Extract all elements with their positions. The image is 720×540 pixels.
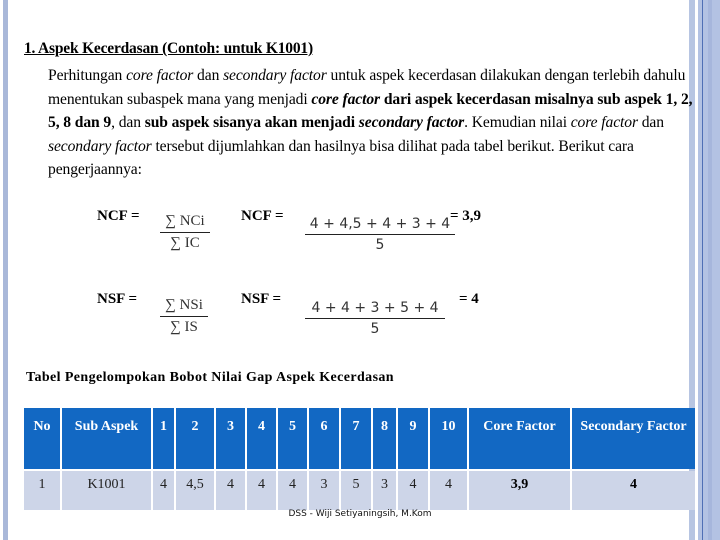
ncf-generic-numerator: ∑ NCi xyxy=(165,213,205,229)
paragraph-segment: secondary factor xyxy=(358,114,465,131)
fraction-bar xyxy=(305,234,455,235)
table-cell: 3 xyxy=(373,471,396,510)
fraction-bar xyxy=(160,232,210,233)
nsf-result: = 4 xyxy=(459,291,479,307)
column-header: 1 xyxy=(153,408,174,469)
column-header: Secondary Factor xyxy=(572,408,695,469)
column-header: Sub Aspek xyxy=(62,408,151,469)
column-header: No xyxy=(24,408,60,469)
nsf-generic-fraction: ∑ NSi ∑ IS xyxy=(160,297,208,336)
column-header: 8 xyxy=(373,408,396,469)
table-caption: Tabel Pengelompokan Bobot Nilai Gap Aspe… xyxy=(26,370,394,385)
column-header: 5 xyxy=(278,408,307,469)
right-frame-strip xyxy=(708,0,712,540)
ncf-label: NCF = xyxy=(97,208,140,224)
table-row: 1 K1001 4 4,5 4 4 4 3 5 3 4 4 3,9 4 xyxy=(24,471,695,510)
gap-weight-table: No Sub Aspek 1 2 3 4 5 6 7 8 9 10 Core Factor Seconda… xyxy=(22,406,697,512)
nsf-numerator: 4 + 4 + 3 + 5 + 4 xyxy=(311,300,439,316)
section-heading: 1. Aspek Kecerdasan (Contoh: untuk K1001… xyxy=(24,40,313,57)
column-header: 10 xyxy=(430,408,467,469)
nsf-label: NSF = xyxy=(97,291,138,307)
table-cell: 4 xyxy=(278,471,307,510)
table-cell: 4 xyxy=(153,471,174,510)
ncf-denominator: 5 xyxy=(375,237,385,253)
table-cell: 4 xyxy=(398,471,428,510)
ncf-result: = 3,9 xyxy=(450,208,482,224)
table-cell: 1 xyxy=(24,471,60,510)
column-header: 4 xyxy=(247,408,276,469)
table-cell: 4,5 xyxy=(176,471,214,510)
paragraph-segment: dan xyxy=(637,114,664,131)
column-header: 9 xyxy=(398,408,428,469)
right-frame-line xyxy=(702,0,703,540)
column-header: 7 xyxy=(341,408,371,469)
explanation-paragraph: Perhitungan core factor dan secondary fa… xyxy=(48,64,698,182)
table-body: 1 K1001 4 4,5 4 4 4 3 5 3 4 4 3,9 4 xyxy=(24,471,695,510)
nsf-generic-numerator: ∑ NSi xyxy=(165,297,203,313)
table-cell: 4 xyxy=(247,471,276,510)
ncf-generic-denominator: ∑ IC xyxy=(170,235,200,251)
paragraph-segment: dan xyxy=(193,67,224,84)
left-frame-bar xyxy=(3,0,8,540)
nsf-applied-fraction: 4 + 4 + 3 + 5 + 4 5 xyxy=(305,300,445,337)
table-cell: K1001 xyxy=(62,471,151,510)
table-cell: 4 xyxy=(572,471,695,510)
nsf-denominator: 5 xyxy=(370,321,380,337)
table-cell: 3,9 xyxy=(469,471,570,510)
paragraph-segment: secondary factor xyxy=(223,67,327,84)
table-header-row: No Sub Aspek 1 2 3 4 5 6 7 8 9 10 Core Factor Seconda… xyxy=(24,408,695,469)
ncf-numerator: 4 + 4,5 + 4 + 3 + 4 xyxy=(309,216,451,232)
table-cell: 4 xyxy=(216,471,245,510)
paragraph-segment: , dan xyxy=(111,114,145,131)
fraction-bar xyxy=(305,318,445,319)
paragraph-segment: sub aspek sisanya akan menjadi xyxy=(144,114,355,131)
table-cell: 5 xyxy=(341,471,371,510)
ncf-label-applied: NCF = xyxy=(241,208,284,224)
paragraph-segment: core factor xyxy=(570,114,638,131)
paragraph-segment: core factor xyxy=(311,90,381,108)
paragraph-segment: core factor xyxy=(126,67,194,84)
table-cell: 4 xyxy=(430,471,467,510)
nsf-label-applied: NSF = xyxy=(241,291,282,307)
ncf-applied-fraction: 4 + 4,5 + 4 + 3 + 4 5 xyxy=(305,216,455,253)
paragraph-segment: . Kemudian nilai xyxy=(464,114,571,131)
column-header: 6 xyxy=(309,408,339,469)
paragraph-segment: Perhitungan xyxy=(48,67,127,84)
ncf-generic-fraction: ∑ NCi ∑ IC xyxy=(160,213,210,252)
column-header: 2 xyxy=(176,408,214,469)
column-header: Core Factor xyxy=(469,408,570,469)
slide-footer: DSS - Wiji Setiyaningsih, M.Kom xyxy=(288,509,432,519)
fraction-bar xyxy=(160,316,208,317)
table-cell: 3 xyxy=(309,471,339,510)
nsf-generic-denominator: ∑ IS xyxy=(170,319,198,335)
paragraph-segment: secondary factor xyxy=(48,137,152,155)
column-header: 3 xyxy=(216,408,245,469)
